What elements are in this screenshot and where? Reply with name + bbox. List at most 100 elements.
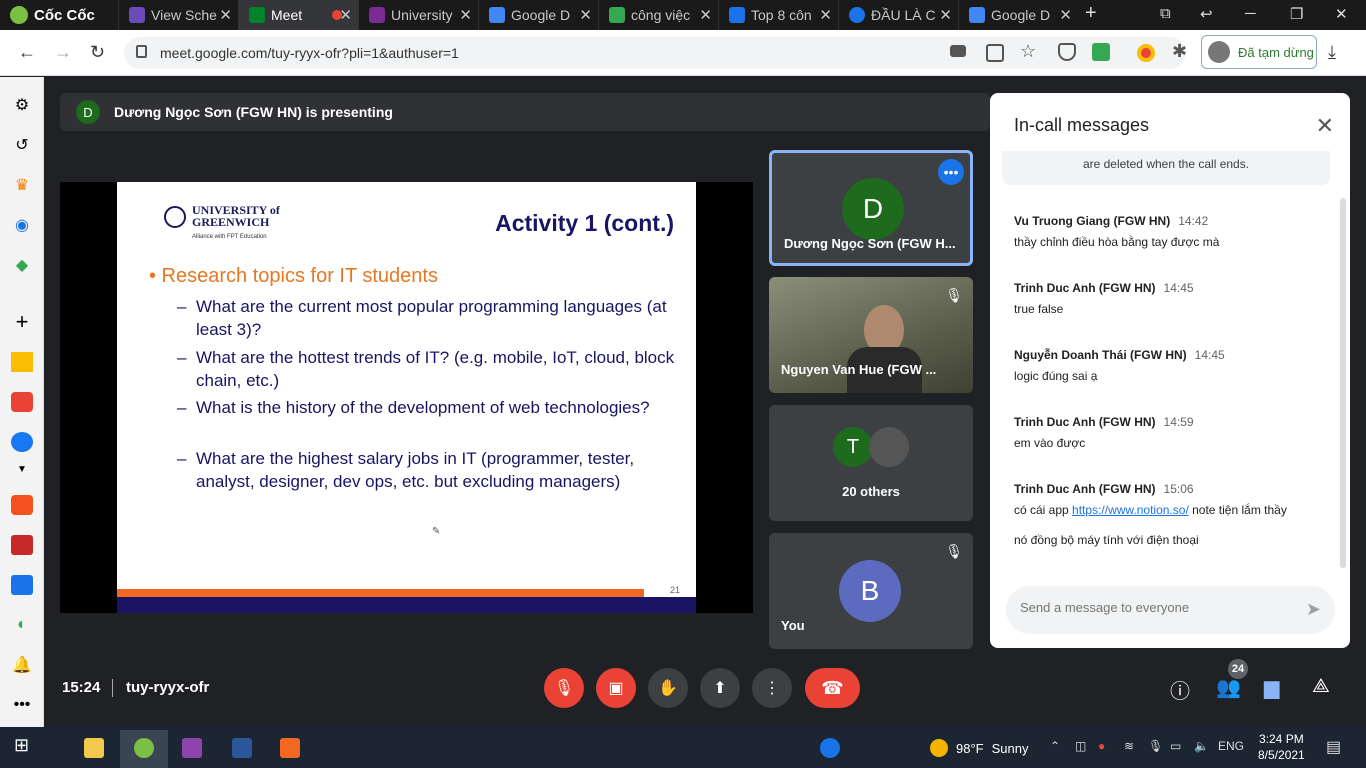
tray-camera-icon[interactable]: ● [1098, 739, 1105, 753]
tab-university[interactable]: University ✕ [358, 0, 478, 30]
message-sender: Trinh Duc Anh (FGW HN) [1014, 482, 1156, 496]
profile-paused-button[interactable]: Đã tạm dừng [1201, 35, 1317, 69]
url-text[interactable]: meet.google.com/tuy-ryyx-ofr?pli=1&authu… [160, 45, 459, 61]
vtv-icon[interactable] [11, 535, 33, 555]
more-dots-icon[interactable]: ••• [11, 695, 33, 715]
download-icon[interactable] [1092, 43, 1110, 61]
add-sidebar-icon[interactable]: + [11, 309, 33, 334]
windows-taskbar: ⊞ 98°F Sunny ⌃ ◫ ● ≋ 🎙 ▭ 🔈 ENG 3:24 PM 8… [0, 727, 1366, 768]
tray-meet-icon[interactable]: ◫ [1075, 739, 1086, 753]
tray-mic-icon[interactable]: 🎙 [1148, 739, 1163, 753]
present-button[interactable]: ⬆ [700, 668, 740, 708]
translate-icon[interactable] [986, 44, 1004, 62]
activities-icon[interactable]: ⟁ [1312, 675, 1330, 698]
pen-cursor-icon: ✎ [432, 526, 441, 537]
chat-scrollbar[interactable] [1340, 198, 1346, 568]
word-icon[interactable] [232, 738, 252, 758]
foxit-pdf-icon[interactable] [280, 738, 300, 758]
chat-icon[interactable]: ▆ [1264, 675, 1279, 700]
tab-top-8[interactable]: Top 8 côn ✕ [718, 0, 838, 30]
downloads-icon[interactable]: ⤓ [1328, 42, 1336, 63]
messenger-icon[interactable]: ◉ [11, 215, 33, 235]
back-arrow-icon[interactable]: ↩ [1200, 5, 1213, 23]
maximize-icon[interactable]: ❐ [1290, 5, 1303, 23]
new-tab-button[interactable]: + [1085, 2, 1097, 25]
shield-icon[interactable] [1058, 43, 1076, 61]
forward-icon[interactable]: → [54, 42, 72, 63]
clock-date[interactable]: 3:24 PM 8/5/2021 [1258, 731, 1305, 763]
tab-favicon-icon [609, 7, 625, 23]
gamepad-icon[interactable]: ◆ [11, 255, 33, 275]
coccoc-map-icon[interactable]: ◐ [11, 615, 33, 635]
message-link[interactable]: https://www.notion.so/ [1072, 503, 1189, 517]
facebook-icon[interactable] [11, 432, 33, 452]
tab-close-icon[interactable]: ✕ [219, 6, 232, 24]
windows-start-icon[interactable]: ⊞ [14, 735, 34, 755]
chevron-down-icon[interactable]: ▼ [11, 459, 33, 479]
battery-icon[interactable]: ▭ [1170, 739, 1181, 753]
chrome-extension-icon[interactable] [1137, 44, 1155, 62]
tab-dau-la[interactable]: ĐẦU LÀ C ✕ [838, 0, 958, 30]
camera-toggle-button[interactable]: ▣ [596, 668, 636, 708]
tab-close-icon[interactable]: ✕ [459, 6, 472, 24]
more-options-icon[interactable]: ••• [938, 159, 964, 185]
back-icon[interactable]: ← [18, 42, 36, 63]
weather-widget[interactable]: 98°F Sunny [930, 739, 1028, 757]
mic-toggle-button[interactable]: 🎙 [544, 668, 584, 708]
tab-close-icon[interactable]: ✕ [579, 6, 592, 24]
shared-screen: UNIVERSITY of GREENWICH Alliance with FP… [60, 182, 753, 613]
extensions-puzzle-icon[interactable]: ✱ [1172, 41, 1190, 61]
app-888-icon[interactable] [11, 495, 33, 515]
notification-bell-icon[interactable]: 🔔 [11, 655, 33, 675]
camera-icon[interactable] [950, 45, 966, 57]
tab-view-schedule[interactable]: View Sche ✕ [118, 0, 238, 30]
file-explorer-icon[interactable] [84, 738, 104, 758]
tab-close-icon[interactable]: ✕ [339, 6, 352, 24]
youtube-icon[interactable] [11, 392, 33, 412]
tab-close-icon[interactable]: ✕ [699, 6, 712, 24]
tab-close-icon[interactable]: ✕ [939, 6, 952, 24]
tab-label: Meet [271, 7, 303, 23]
minimize-icon[interactable]: ─ [1245, 5, 1256, 22]
window-close-icon[interactable]: ✕ [1335, 5, 1348, 23]
notes-icon[interactable] [11, 352, 33, 372]
browser-brand[interactable]: Cốc Cốc [10, 6, 95, 24]
settings-gear-icon[interactable]: ⚙ [11, 95, 33, 115]
volume-icon[interactable]: 🔈 [1194, 739, 1209, 753]
tab-google-docs[interactable]: Google D ✕ [478, 0, 598, 30]
winrar-icon[interactable] [182, 738, 202, 758]
coccoc-taskbar-icon[interactable] [134, 738, 154, 758]
wifi-icon[interactable]: ≋ [1124, 739, 1134, 753]
help-icon[interactable] [820, 738, 840, 758]
meeting-info-icon[interactable]: ⓘ [1170, 675, 1190, 704]
tray-chevron-icon[interactable]: ⌃ [1050, 739, 1060, 753]
crown-icon[interactable]: ♛ [11, 175, 33, 195]
tab-close-icon[interactable]: ✕ [819, 6, 832, 24]
participant-tile-others[interactable]: T 20 others [769, 405, 973, 521]
message-input-box[interactable]: ➤ [1006, 586, 1335, 634]
coccoc-logo-icon [10, 6, 28, 24]
reload-icon[interactable]: ↻ [90, 42, 105, 63]
url-bar[interactable]: meet.google.com/tuy-ryyx-ofr?pli=1&authu… [124, 37, 1186, 69]
tab-label: ĐẦU LÀ C [871, 7, 936, 23]
send-icon[interactable]: ➤ [1306, 599, 1321, 620]
star-icon[interactable]: ☆ [1020, 41, 1038, 61]
tiki-icon[interactable] [11, 575, 33, 595]
tab-cong-viec[interactable]: công việc ✕ [598, 0, 718, 30]
raise-hand-button[interactable]: ✋ [648, 668, 688, 708]
message-input[interactable] [1020, 600, 1280, 615]
notifications-icon[interactable]: ▤ [1326, 737, 1341, 757]
tab-search-icon[interactable]: ⧉ [1160, 5, 1171, 22]
leave-call-button[interactable]: ☎ [805, 668, 860, 708]
language-indicator[interactable]: ENG [1218, 739, 1244, 753]
close-icon[interactable]: ✕ [1316, 113, 1334, 139]
chat-message: Trinh Duc Anh (FGW HN) 14:59 em vào được [1014, 415, 1324, 450]
participant-tile-you[interactable]: B 🎙 You [769, 533, 973, 649]
more-options-button[interactable]: ⋮ [752, 668, 792, 708]
participant-tile-presenter[interactable]: D ••• Dương Ngọc Sơn (FGW H... [769, 150, 973, 266]
participant-tile-video[interactable]: 🎙 Nguyen Van Hue (FGW ... [769, 277, 973, 393]
history-icon[interactable]: ↺ [11, 135, 33, 155]
tab-meet[interactable]: Meet ✕ [238, 0, 358, 30]
tab-close-icon[interactable]: ✕ [1059, 6, 1072, 24]
tab-google-docs-2[interactable]: Google D ✕ [958, 0, 1078, 30]
